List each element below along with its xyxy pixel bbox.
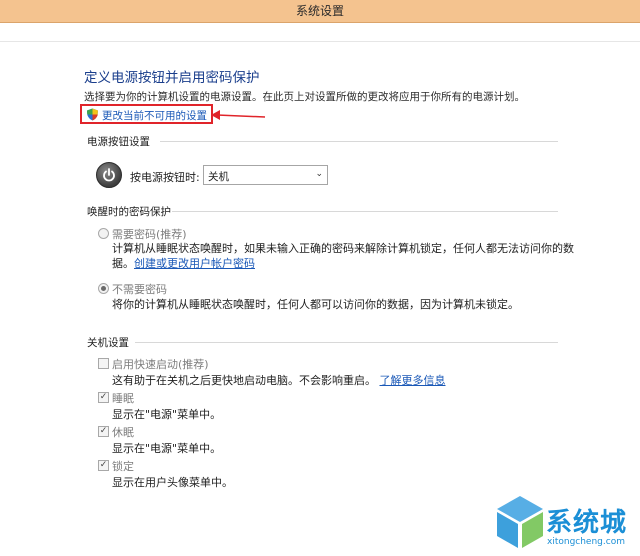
- fast-startup-checkbox[interactable]: [98, 358, 109, 369]
- power-button-label: 按电源按钮时:: [130, 171, 200, 184]
- no-password-radio[interactable]: [98, 283, 109, 294]
- learn-more-link[interactable]: 了解更多信息: [380, 374, 446, 387]
- power-button-action-value: 关机: [208, 171, 229, 183]
- require-password-description-end: 据。创建或更改用户帐户密码: [112, 255, 255, 271]
- fast-startup-label: 启用快速启动(推荐): [112, 358, 209, 371]
- hibernate-label: 休眠: [112, 426, 134, 439]
- annotation-arrow: [211, 110, 266, 120]
- lock-description: 显示在用户头像菜单中。: [112, 476, 233, 489]
- fast-startup-description: 这有助于在关机之后更快地启动电脑。不会影响重启。: [112, 374, 376, 387]
- require-password-radio[interactable]: [98, 228, 109, 239]
- hibernate-checkbox[interactable]: ✓: [98, 426, 109, 437]
- toolbar-strip: [0, 23, 640, 42]
- section-divider: [160, 141, 558, 142]
- power-button-section-header: 电源按钮设置: [87, 136, 150, 148]
- section-divider: [135, 342, 558, 343]
- no-password-label: 不需要密码: [112, 283, 167, 296]
- window-title: 系统设置: [295, 4, 344, 18]
- lock-checkbox[interactable]: ✓: [98, 460, 109, 471]
- watermark-logo-icon: [497, 496, 543, 548]
- sleep-description: 显示在"电源"菜单中。: [112, 408, 222, 421]
- uac-shield-icon: [87, 108, 98, 121]
- require-password-description-prefix: 据。: [112, 257, 134, 270]
- change-unavailable-settings-button[interactable]: 更改当前不可用的设置: [80, 104, 213, 124]
- shutdown-section-header: 关机设置: [87, 337, 129, 349]
- window-titlebar: 系统设置: [0, 0, 640, 23]
- lock-label: 锁定: [112, 460, 134, 473]
- hibernate-description: 显示在"电源"菜单中。: [112, 442, 222, 455]
- page-description: 选择要为你的计算机设置的电源设置。在此页上对设置所做的更改将应用于你所有的电源计…: [84, 91, 525, 103]
- fast-startup-description-row: 这有助于在关机之后更快地启动电脑。不会影响重启。 了解更多信息: [112, 372, 446, 388]
- power-button-action-select[interactable]: 关机 ⌄: [203, 165, 328, 185]
- watermark-url: xitongcheng.com: [547, 537, 625, 547]
- page-title: 定义电源按钮并启用密码保护: [84, 70, 260, 86]
- no-password-description: 将你的计算机从睡眠状态唤醒时，任何人都可以访问你的数据，因为计算机未锁定。: [112, 298, 519, 311]
- require-password-description: 计算机从睡眠状态唤醒时，如果未输入正确的密码来解除计算机锁定，任何人都无法访问你…: [112, 242, 574, 255]
- chevron-down-icon: ⌄: [315, 169, 323, 179]
- sleep-label: 睡眠: [112, 392, 134, 405]
- watermark-brand: 系统城: [546, 508, 628, 538]
- sleep-checkbox[interactable]: ✓: [98, 392, 109, 403]
- create-change-password-link[interactable]: 创建或更改用户帐户密码: [134, 257, 255, 270]
- wake-password-section-header: 唤醒时的密码保护: [87, 206, 171, 218]
- change-unavailable-settings-link[interactable]: 更改当前不可用的设置: [102, 108, 207, 123]
- power-icon: [96, 162, 122, 188]
- section-divider: [172, 211, 558, 212]
